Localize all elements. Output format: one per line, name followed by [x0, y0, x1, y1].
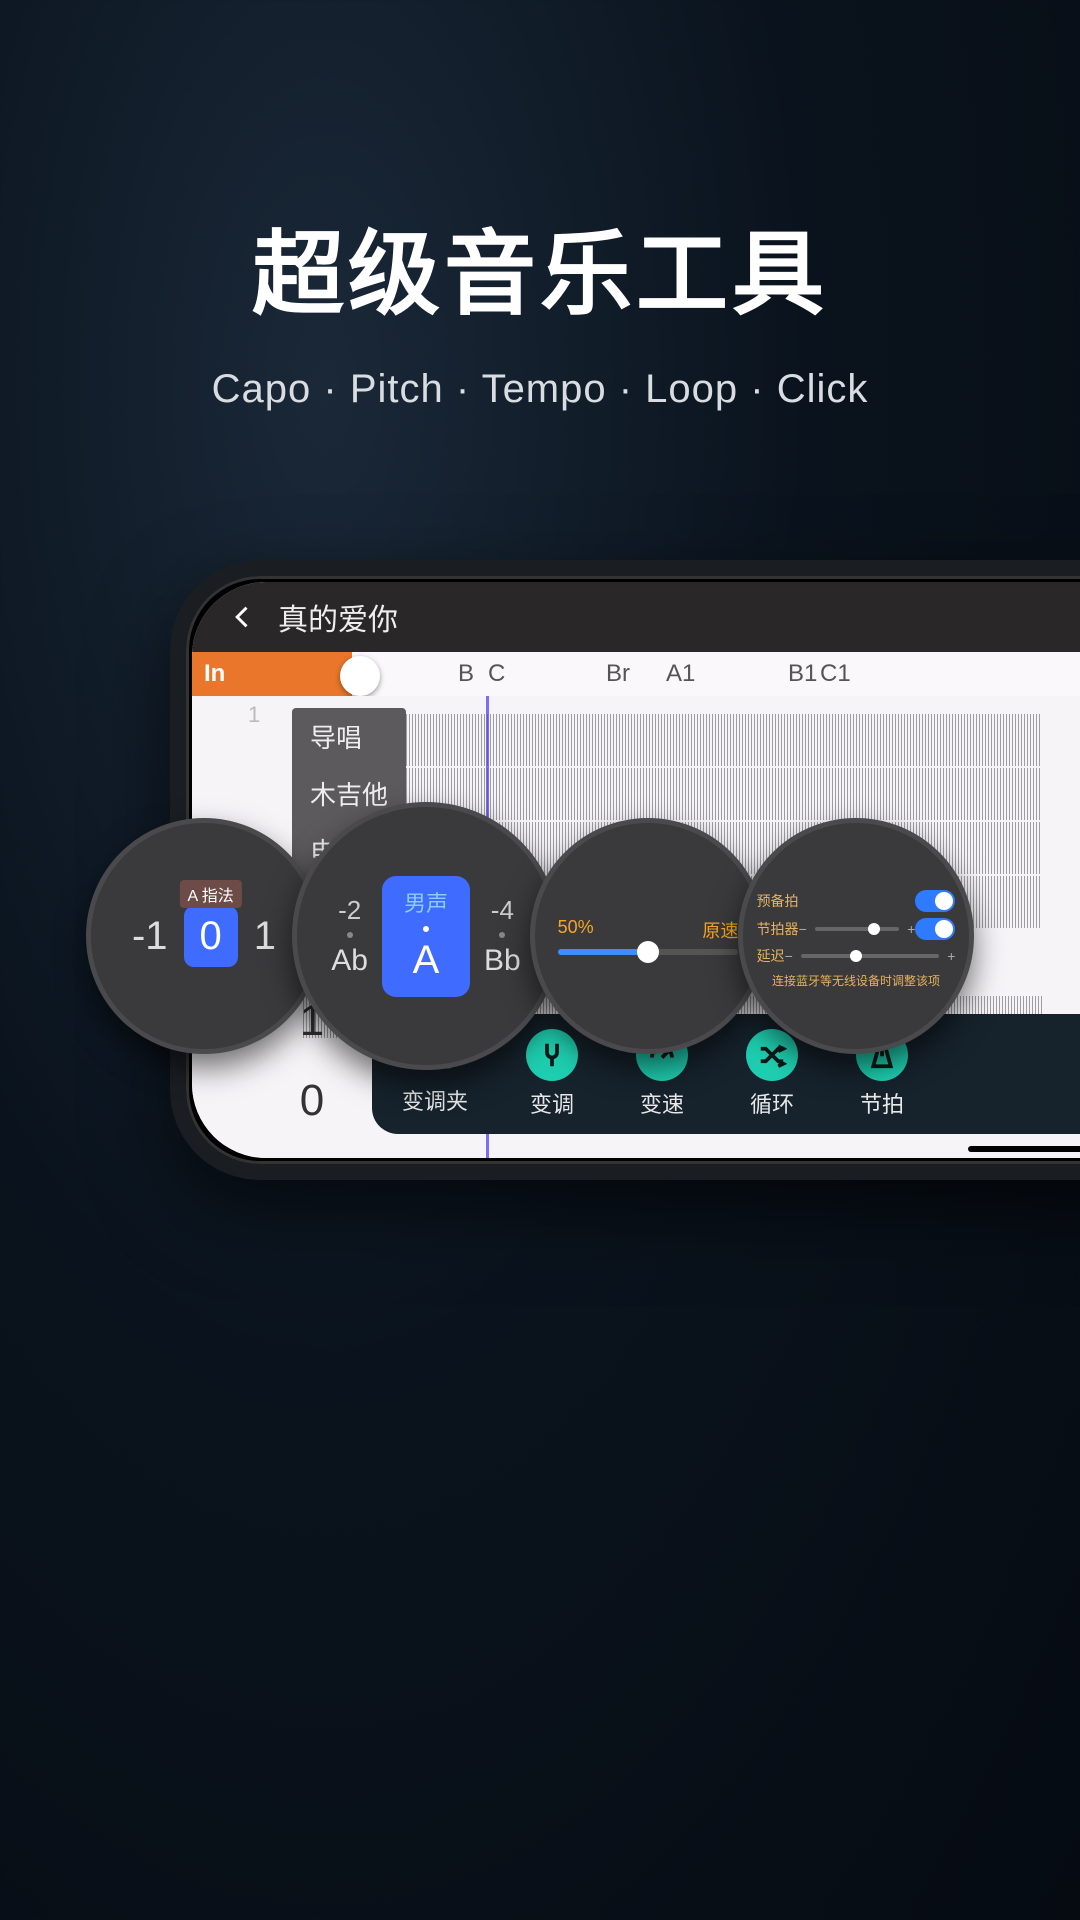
click-settings: 预备拍 节拍器 − + 延迟 − + 连接蓝牙等无线设备时调整该项: [757, 884, 956, 989]
pitch-voice-label: 男声: [404, 886, 448, 918]
track-label[interactable]: 导唱: [292, 708, 406, 765]
preview-capo: -1 A 指法 0 1: [86, 818, 322, 1054]
pitch-right-offset: -4: [484, 895, 521, 926]
preview-tempo: 50% 原速: [530, 818, 766, 1054]
back-icon[interactable]: [226, 600, 260, 634]
click-row-latency: 延迟 − +: [757, 946, 956, 966]
section-tick: A1: [666, 660, 695, 688]
pitch-left-note: Ab: [331, 944, 368, 978]
capo-center[interactable]: A 指法 0: [184, 906, 238, 967]
pitch-right[interactable]: -4 Bb: [484, 895, 521, 978]
click-label: 延迟: [757, 946, 785, 966]
countin-toggle[interactable]: [915, 890, 955, 912]
preview-click: 预备拍 节拍器 − + 延迟 − + 连接蓝牙等无线设备时调整该项: [738, 818, 974, 1054]
section-ruler[interactable]: In B C Br A1 B1 C1 2: [192, 652, 1080, 696]
tempo-original-label: 原速: [702, 917, 738, 943]
capo-minus[interactable]: -1: [132, 914, 168, 959]
pitch-right-note: Bb: [484, 944, 521, 978]
tool-label: 变调夹: [402, 1084, 468, 1116]
pitch-center-note: A: [404, 938, 448, 983]
metronome-toggle[interactable]: [915, 918, 955, 940]
click-footer-hint: 连接蓝牙等无线设备时调整该项: [757, 972, 956, 989]
headline-title: 超级音乐工具: [0, 200, 1080, 333]
section-tick: B1: [788, 660, 817, 688]
tempo-bar[interactable]: [558, 949, 739, 955]
section-tick: Br: [606, 660, 630, 688]
tempo-slider[interactable]: 50% 原速: [558, 917, 739, 955]
click-row-metronome: 节拍器 − +: [757, 918, 956, 940]
song-title: 真的爱你: [278, 595, 398, 639]
preview-pitch: -2 Ab 男声 A -4 Bb: [292, 802, 560, 1070]
tool-pitch[interactable]: 变调: [526, 1029, 578, 1119]
tool-label: 节拍: [860, 1087, 904, 1119]
headline-subtitle: Capo · Pitch · Tempo · Loop · Click: [0, 367, 1080, 412]
click-label: 节拍器: [757, 919, 799, 939]
click-row-countin: 预备拍: [757, 890, 956, 912]
capo-dial[interactable]: -1 A 指法 0 1: [132, 906, 276, 967]
tuning-fork-icon: [526, 1029, 578, 1081]
waveform: [402, 768, 1042, 820]
section-tick: B: [458, 660, 474, 688]
latency-slider[interactable]: [801, 954, 940, 958]
playhead-knob[interactable]: [340, 656, 380, 696]
metronome-volume-slider[interactable]: [815, 927, 900, 931]
app-topbar: 真的爱你: [192, 582, 1080, 652]
capo-hint: A 指法: [180, 880, 242, 908]
tool-label: 变速: [640, 1087, 684, 1119]
section-tick: C1: [820, 660, 851, 688]
plus-icon[interactable]: +: [907, 921, 915, 937]
home-indicator: [968, 1146, 1080, 1152]
tool-loop[interactable]: 循环: [746, 1029, 798, 1119]
fret-number: 0: [300, 1076, 324, 1126]
section-tick: C: [488, 660, 505, 688]
tempo-percent: 50%: [558, 917, 594, 943]
waveform: [402, 714, 1042, 766]
tempo-fill: [558, 949, 648, 955]
plus-icon[interactable]: +: [947, 948, 955, 964]
tempo-knob[interactable]: [637, 941, 659, 963]
shuffle-loop-icon: [746, 1029, 798, 1081]
tool-label: 循环: [750, 1087, 794, 1119]
tool-label: 变调: [530, 1087, 574, 1119]
track-row-number: 1: [248, 702, 260, 728]
click-label: 预备拍: [757, 891, 799, 911]
minus-icon[interactable]: −: [785, 948, 793, 964]
pitch-left[interactable]: -2 Ab: [331, 895, 368, 978]
pitch-left-offset: -2: [331, 895, 368, 926]
section-in-marker: In: [192, 652, 352, 696]
pitch-dial[interactable]: -2 Ab 男声 A -4 Bb: [331, 876, 520, 997]
minus-icon[interactable]: −: [799, 921, 807, 937]
pitch-center[interactable]: 男声 A: [382, 876, 470, 997]
capo-plus[interactable]: 1: [254, 914, 276, 959]
